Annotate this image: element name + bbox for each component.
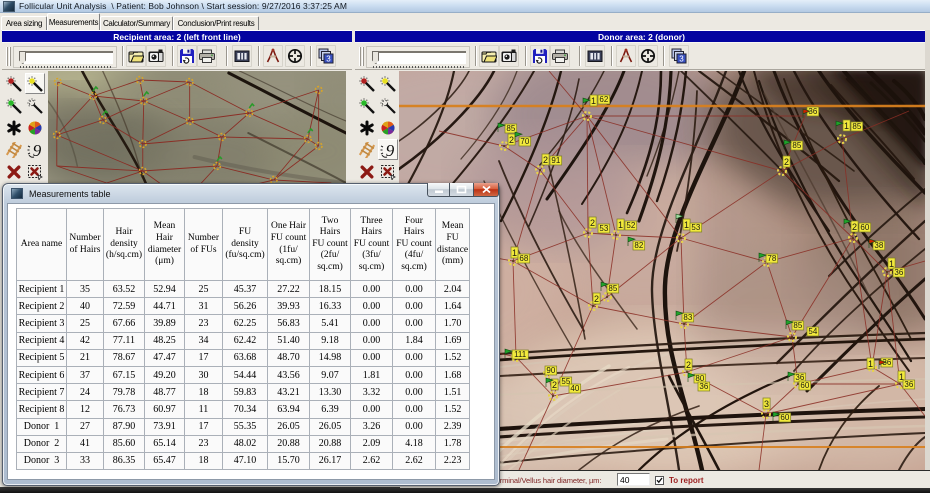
svg-text:78: 78 bbox=[767, 254, 776, 263]
svg-text:91: 91 bbox=[551, 156, 560, 165]
svg-text:111: 111 bbox=[514, 350, 527, 359]
svg-text:85: 85 bbox=[792, 141, 801, 150]
svg-text:36: 36 bbox=[699, 382, 708, 391]
svg-text:2: 2 bbox=[590, 218, 595, 228]
svg-text:2: 2 bbox=[686, 360, 691, 370]
svg-text:53: 53 bbox=[691, 223, 700, 232]
svg-text:1: 1 bbox=[889, 259, 894, 269]
svg-text:60: 60 bbox=[780, 413, 789, 422]
svg-text:85: 85 bbox=[608, 284, 617, 293]
svg-text:90: 90 bbox=[546, 366, 555, 375]
svg-text:3: 3 bbox=[764, 399, 769, 409]
svg-text:83: 83 bbox=[683, 313, 692, 322]
svg-text:2: 2 bbox=[784, 157, 789, 167]
svg-text:82: 82 bbox=[634, 241, 643, 250]
svg-text:36: 36 bbox=[894, 268, 903, 277]
svg-text:1: 1 bbox=[618, 220, 623, 230]
svg-text:85: 85 bbox=[852, 122, 861, 131]
svg-text:60: 60 bbox=[860, 223, 869, 232]
svg-text:1: 1 bbox=[512, 248, 517, 258]
svg-text:1: 1 bbox=[591, 96, 596, 106]
svg-text:1: 1 bbox=[868, 359, 873, 369]
svg-text:40: 40 bbox=[570, 384, 579, 393]
svg-text:85: 85 bbox=[506, 124, 515, 133]
svg-text:1: 1 bbox=[844, 121, 849, 131]
svg-text:53: 53 bbox=[599, 224, 608, 233]
svg-text:68: 68 bbox=[519, 254, 528, 263]
svg-text:60: 60 bbox=[800, 381, 809, 390]
svg-text:52: 52 bbox=[626, 221, 635, 230]
svg-text:2: 2 bbox=[594, 294, 599, 304]
svg-text:2: 2 bbox=[552, 380, 557, 390]
svg-text:70: 70 bbox=[520, 137, 529, 146]
svg-text:62: 62 bbox=[599, 95, 608, 104]
svg-text:2: 2 bbox=[509, 135, 514, 145]
svg-text:54: 54 bbox=[808, 327, 817, 336]
svg-text:38: 38 bbox=[874, 241, 883, 250]
svg-text:85: 85 bbox=[793, 321, 802, 330]
svg-text:1: 1 bbox=[684, 220, 689, 230]
svg-text:36: 36 bbox=[904, 380, 913, 389]
svg-text:2: 2 bbox=[852, 222, 857, 232]
svg-text:2: 2 bbox=[543, 155, 548, 165]
